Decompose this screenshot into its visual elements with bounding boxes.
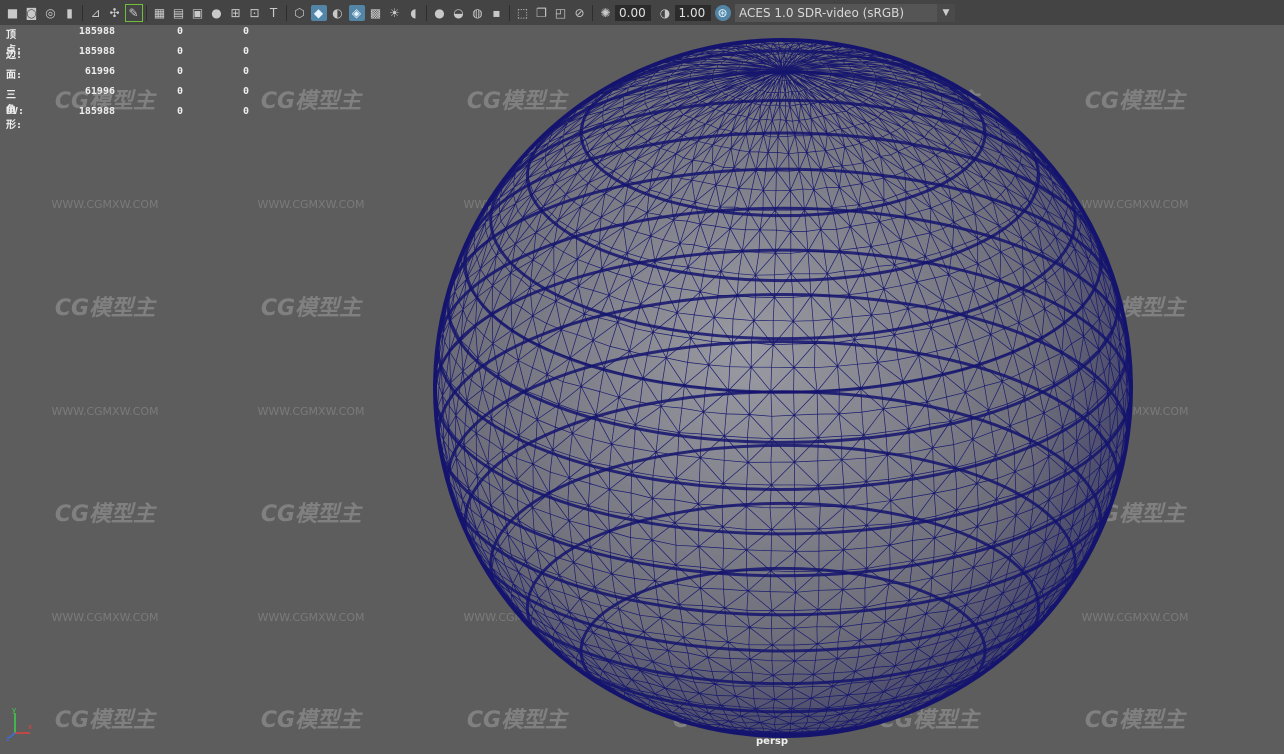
color-management-icon[interactable]: ⊛ — [714, 4, 731, 21]
isolate-select-icon[interactable]: ⬚ — [515, 5, 531, 21]
hud-total-value: 185988 — [78, 106, 115, 117]
exposure-field[interactable]: 0.00 — [615, 4, 651, 21]
wireframe-on-shaded-icon[interactable]: ◈ — [348, 4, 365, 21]
safe-title-icon[interactable]: T — [266, 5, 282, 21]
bookmarks-icon[interactable]: ◎ — [43, 5, 59, 21]
multisample-antialiasing-icon[interactable]: ◍ — [470, 5, 486, 21]
hud-selected-value: 0 — [177, 46, 184, 57]
hud-triangles-value: 0 — [243, 46, 250, 57]
safe-action-icon[interactable]: ⊡ — [247, 5, 263, 21]
hud-total-value: 61996 — [84, 66, 115, 77]
use-all-lights-icon[interactable]: ☀ — [387, 5, 403, 21]
gamma-icon[interactable]: ◑ — [657, 5, 673, 21]
gate-mask-icon[interactable]: ● — [209, 5, 225, 21]
xray-active-components-icon[interactable]: ◰ — [553, 5, 569, 21]
motion-blur-icon[interactable]: ◒ — [451, 5, 467, 21]
hud-selected-value: 0 — [177, 26, 184, 37]
gamma-field[interactable]: 1.00 — [674, 4, 711, 21]
textured-icon[interactable]: ▩ — [368, 5, 384, 21]
svg-text:z: z — [6, 735, 10, 741]
hud-selected-value: 0 — [177, 106, 184, 117]
viewport-toolbar: ■ ◙ ◎ ▮ ⊿ ✣ ✎ ▦ ▤ ▣ ● ⊞ ⊡ T ⬡ ◆ ◐ ◈ ▩ ☀ … — [0, 0, 1284, 25]
depth-of-field-icon[interactable]: ▪ — [489, 5, 505, 21]
exposure-icon[interactable]: ✺ — [598, 5, 614, 21]
hud-triangles-value: 0 — [243, 106, 250, 117]
hud-selected-value: 0 — [177, 66, 184, 77]
color-space-dropdown[interactable]: ACES 1.0 SDR-video (sRGB) ▼ — [735, 3, 955, 22]
hud-total-value: 61996 — [84, 86, 115, 97]
chevron-down-icon[interactable]: ▼ — [937, 3, 955, 22]
grease-pencil-icon[interactable]: ✎ — [124, 3, 143, 22]
color-space-label: ACES 1.0 SDR-video (sRGB) — [739, 5, 905, 20]
field-chart-icon[interactable]: ⊞ — [228, 5, 244, 21]
hud-label: 面: — [6, 70, 23, 81]
xray-joints-icon[interactable]: ⊘ — [572, 5, 588, 21]
shadows-icon[interactable]: ◖ — [406, 5, 422, 21]
grid-icon[interactable]: ▦ — [152, 5, 168, 21]
hud-total-value: 185988 — [78, 26, 115, 37]
screen-space-ambient-occlusion-icon[interactable]: ● — [432, 5, 448, 21]
smooth-shade-icon[interactable]: ◆ — [310, 4, 327, 21]
hud-label: 边: — [6, 50, 23, 61]
2d-pan-zoom-icon[interactable]: ✣ — [107, 5, 123, 21]
bookmark-icon[interactable]: ▮ — [62, 5, 78, 21]
xray-icon[interactable]: ❐ — [534, 5, 550, 21]
image-plane-icon[interactable]: ⊿ — [88, 5, 104, 21]
camera-name-label: persp — [756, 736, 788, 747]
hud-total-value: 185988 — [78, 46, 115, 57]
hud-triangles-value: 0 — [243, 66, 250, 77]
hud-triangles-value: 0 — [243, 86, 250, 97]
resolution-gate-icon[interactable]: ▣ — [190, 5, 206, 21]
default-material-icon[interactable]: ◐ — [330, 5, 346, 21]
hud-triangles-value: 0 — [243, 26, 250, 37]
axis-gizmo: y x z — [6, 706, 32, 741]
select-camera-icon[interactable]: ■ — [5, 5, 21, 21]
svg-text:y: y — [12, 706, 16, 714]
hud-label: UV: — [6, 106, 25, 117]
film-gate-icon[interactable]: ▤ — [171, 5, 187, 21]
wireframe-icon[interactable]: ⬡ — [292, 5, 308, 21]
svg-text:x: x — [28, 723, 32, 731]
camera-attributes-icon[interactable]: ◙ — [24, 5, 40, 21]
hud-selected-value: 0 — [177, 86, 184, 97]
viewport-scene[interactable] — [0, 25, 1284, 754]
